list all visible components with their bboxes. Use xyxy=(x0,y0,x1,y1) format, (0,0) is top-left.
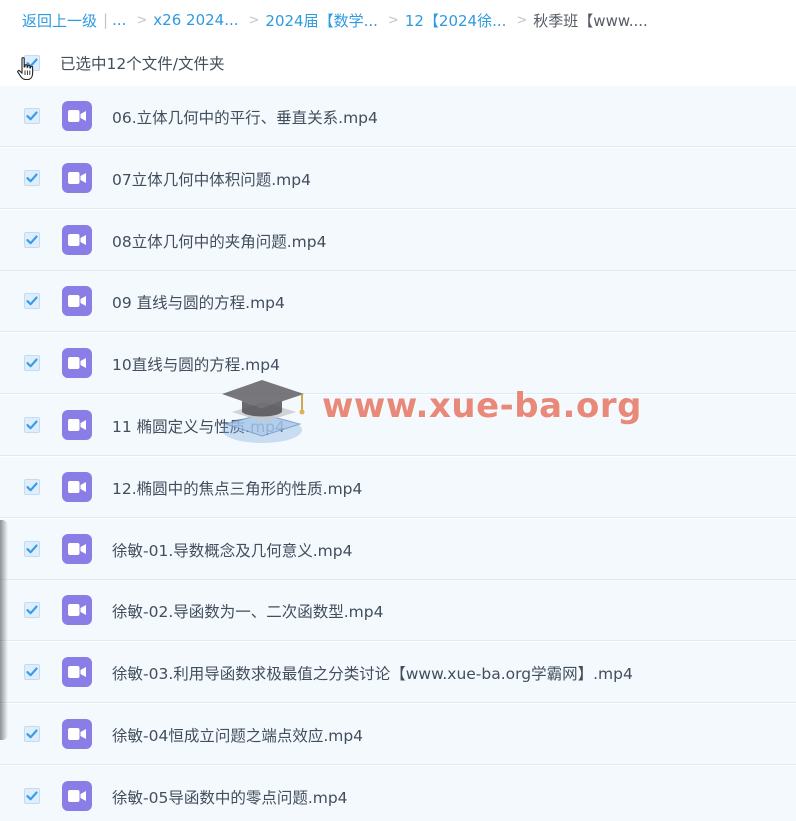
check-icon xyxy=(26,605,38,615)
file-row[interactable]: 徐敏-03.利用导函数求极最值之分类讨论【www.xue-ba.org学霸网】.… xyxy=(0,642,796,704)
breadcrumb: 返回上一级 | ... > x26 2024... > 2024届【数学... … xyxy=(0,0,796,40)
file-browser: 返回上一级 | ... > x26 2024... > 2024届【数学... … xyxy=(0,0,796,821)
file-checkbox[interactable] xyxy=(24,787,40,804)
video-file-icon xyxy=(62,719,92,749)
hand-cursor-icon xyxy=(17,57,34,81)
file-row[interactable]: 徐敏-05导函数中的零点问题.mp4 xyxy=(0,765,796,821)
file-name[interactable]: 徐敏-02.导函数为一、二次函数型.mp4 xyxy=(112,600,383,622)
file-row[interactable]: 徐敏-02.导函数为一、二次函数型.mp4 xyxy=(0,580,796,642)
file-checkbox[interactable] xyxy=(24,355,40,372)
file-row[interactable]: 07立体几何中体积问题.mp4 xyxy=(0,147,796,209)
file-checkbox[interactable] xyxy=(24,602,40,619)
file-checkbox[interactable] xyxy=(24,231,40,248)
file-checkbox[interactable] xyxy=(24,293,40,310)
file-name[interactable]: 09 直线与圆的方程.mp4 xyxy=(112,291,285,313)
check-icon xyxy=(26,667,38,677)
file-checkbox[interactable] xyxy=(24,169,40,186)
video-file-icon xyxy=(62,471,92,502)
file-name[interactable]: 徐敏-01.导数概念及几何意义.mp4 xyxy=(112,539,352,561)
file-name[interactable]: 08立体几何中的夹角问题.mp4 xyxy=(112,230,326,252)
breadcrumb-separator: > xyxy=(136,12,148,28)
check-icon xyxy=(26,791,38,801)
file-row[interactable]: 徐敏-04恒成立问题之端点效应.mp4 xyxy=(0,704,796,765)
file-name[interactable]: 徐敏-04恒成立问题之端点效应.mp4 xyxy=(112,724,363,746)
file-row[interactable]: 08立体几何中的夹角问题.mp4 xyxy=(0,209,796,271)
selection-count-label: 已选中12个文件/文件夹 xyxy=(60,55,225,73)
file-row[interactable]: 12.椭圆中的焦点三角形的性质.mp4 xyxy=(0,456,796,518)
file-row[interactable]: 06.立体几何中的平行、垂直关系.mp4 xyxy=(0,86,796,147)
file-checkbox[interactable] xyxy=(24,108,40,124)
check-icon xyxy=(26,111,38,121)
video-file-icon xyxy=(62,101,92,131)
file-checkbox[interactable] xyxy=(24,540,40,557)
breadcrumb-item[interactable]: 12【2024徐... xyxy=(405,10,507,31)
file-checkbox[interactable] xyxy=(24,417,40,433)
file-name[interactable]: 10直线与圆的方程.mp4 xyxy=(112,353,280,375)
back-link[interactable]: 返回上一级 xyxy=(22,10,97,31)
check-icon xyxy=(26,173,38,183)
video-file-icon xyxy=(62,595,92,626)
file-row[interactable]: 徐敏-01.导数概念及几何意义.mp4 xyxy=(0,518,796,580)
file-checkbox[interactable] xyxy=(24,664,40,681)
breadcrumb-ellipsis[interactable]: ... xyxy=(112,11,126,29)
file-row[interactable]: 10直线与圆的方程.mp4 xyxy=(0,333,796,395)
video-file-icon xyxy=(62,162,92,193)
video-file-icon xyxy=(62,410,92,440)
check-icon xyxy=(26,729,38,739)
file-name[interactable]: 12.椭圆中的焦点三角形的性质.mp4 xyxy=(112,477,362,499)
video-file-icon xyxy=(62,224,92,255)
video-file-icon xyxy=(62,780,92,811)
file-checkbox[interactable] xyxy=(24,726,40,742)
check-icon xyxy=(26,482,38,492)
breadcrumb-item[interactable]: 2024届【数学... xyxy=(265,10,377,31)
selection-header: 已选中12个文件/文件夹 xyxy=(0,42,796,84)
check-icon xyxy=(26,296,38,306)
breadcrumb-item[interactable]: x26 2024... xyxy=(153,11,238,29)
file-name[interactable]: 11 椭圆定义与性质.mp4 xyxy=(112,415,285,437)
breadcrumb-current: 秋季班【www.... xyxy=(533,11,648,30)
breadcrumb-separator: > xyxy=(516,12,528,28)
window-edge-shadow xyxy=(0,520,8,740)
file-row[interactable]: 11 椭圆定义与性质.mp4 xyxy=(0,395,796,456)
breadcrumb-separator: > xyxy=(387,12,399,28)
file-name[interactable]: 07立体几何中体积问题.mp4 xyxy=(112,168,311,190)
file-checkbox[interactable] xyxy=(24,478,40,495)
video-file-icon xyxy=(62,657,92,688)
file-name[interactable]: 徐敏-03.利用导函数求极最值之分类讨论【www.xue-ba.org学霸网】.… xyxy=(112,662,633,684)
check-icon xyxy=(26,235,38,244)
file-row[interactable]: 09 直线与圆的方程.mp4 xyxy=(0,271,796,333)
file-name[interactable]: 06.立体几何中的平行、垂直关系.mp4 xyxy=(112,106,378,128)
breadcrumb-divider: | xyxy=(103,11,109,29)
check-icon xyxy=(26,358,38,368)
video-file-icon xyxy=(62,286,92,317)
video-file-icon xyxy=(62,533,92,564)
check-icon xyxy=(26,420,38,430)
breadcrumb-separator: > xyxy=(248,12,260,28)
video-file-icon xyxy=(62,348,92,379)
file-name[interactable]: 徐敏-05导函数中的零点问题.mp4 xyxy=(112,786,348,808)
check-icon xyxy=(26,544,38,553)
